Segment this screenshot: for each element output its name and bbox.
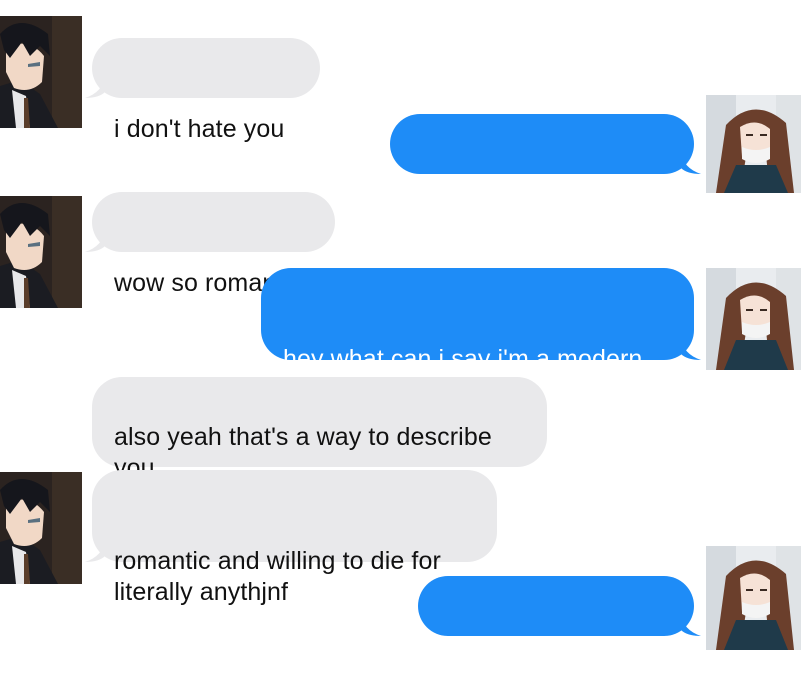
contact-left-avatar[interactable]	[0, 472, 82, 584]
avatar-dark-haired-man-icon	[0, 196, 82, 308]
message-bubble-incoming[interactable]: wow so romantic	[85, 192, 335, 297]
contact-right-avatar[interactable]	[706, 546, 801, 650]
avatar-brown-haired-woman-icon	[706, 95, 801, 193]
contact-left-avatar[interactable]	[0, 16, 82, 128]
bubble-tail-icon	[85, 230, 105, 252]
message-bubble-incoming[interactable]: romantic and willing to die for literall…	[85, 470, 497, 606]
contact-right-avatar[interactable]	[706, 95, 801, 193]
message-text: i don't hate you	[114, 115, 285, 143]
avatar-dark-haired-man-icon	[0, 472, 82, 584]
message-text: romantic and willing to die for literall…	[114, 547, 441, 606]
message-text: i don't hate you either	[412, 191, 653, 219]
bubble-tail-icon	[681, 338, 701, 360]
bubble-tail-icon	[681, 152, 701, 174]
message-bubble-incoming[interactable]: i don't hate you	[85, 38, 320, 143]
contact-left-avatar[interactable]	[0, 196, 82, 308]
bubble-tail-icon	[681, 614, 701, 636]
message-bubble-outgoing[interactable]: hey what can i say i'm a modern day juli…	[261, 268, 701, 404]
bubble-tail-icon	[85, 540, 105, 562]
message-bubble-incoming[interactable]: also yeah that's a way to describe you	[92, 377, 547, 482]
avatar-brown-haired-woman-icon	[706, 268, 801, 370]
message-bubble-outgoing[interactable]: i don't hate you either	[390, 114, 701, 219]
message-bubble-outgoing[interactable]: nice spelling romeo	[418, 576, 701, 681]
bubble-tail-icon	[85, 76, 105, 98]
contact-right-avatar[interactable]	[706, 268, 801, 370]
avatar-dark-haired-man-icon	[0, 16, 82, 128]
message-text: nice spelling romeo	[440, 653, 658, 681]
avatar-brown-haired-woman-icon	[706, 546, 801, 650]
